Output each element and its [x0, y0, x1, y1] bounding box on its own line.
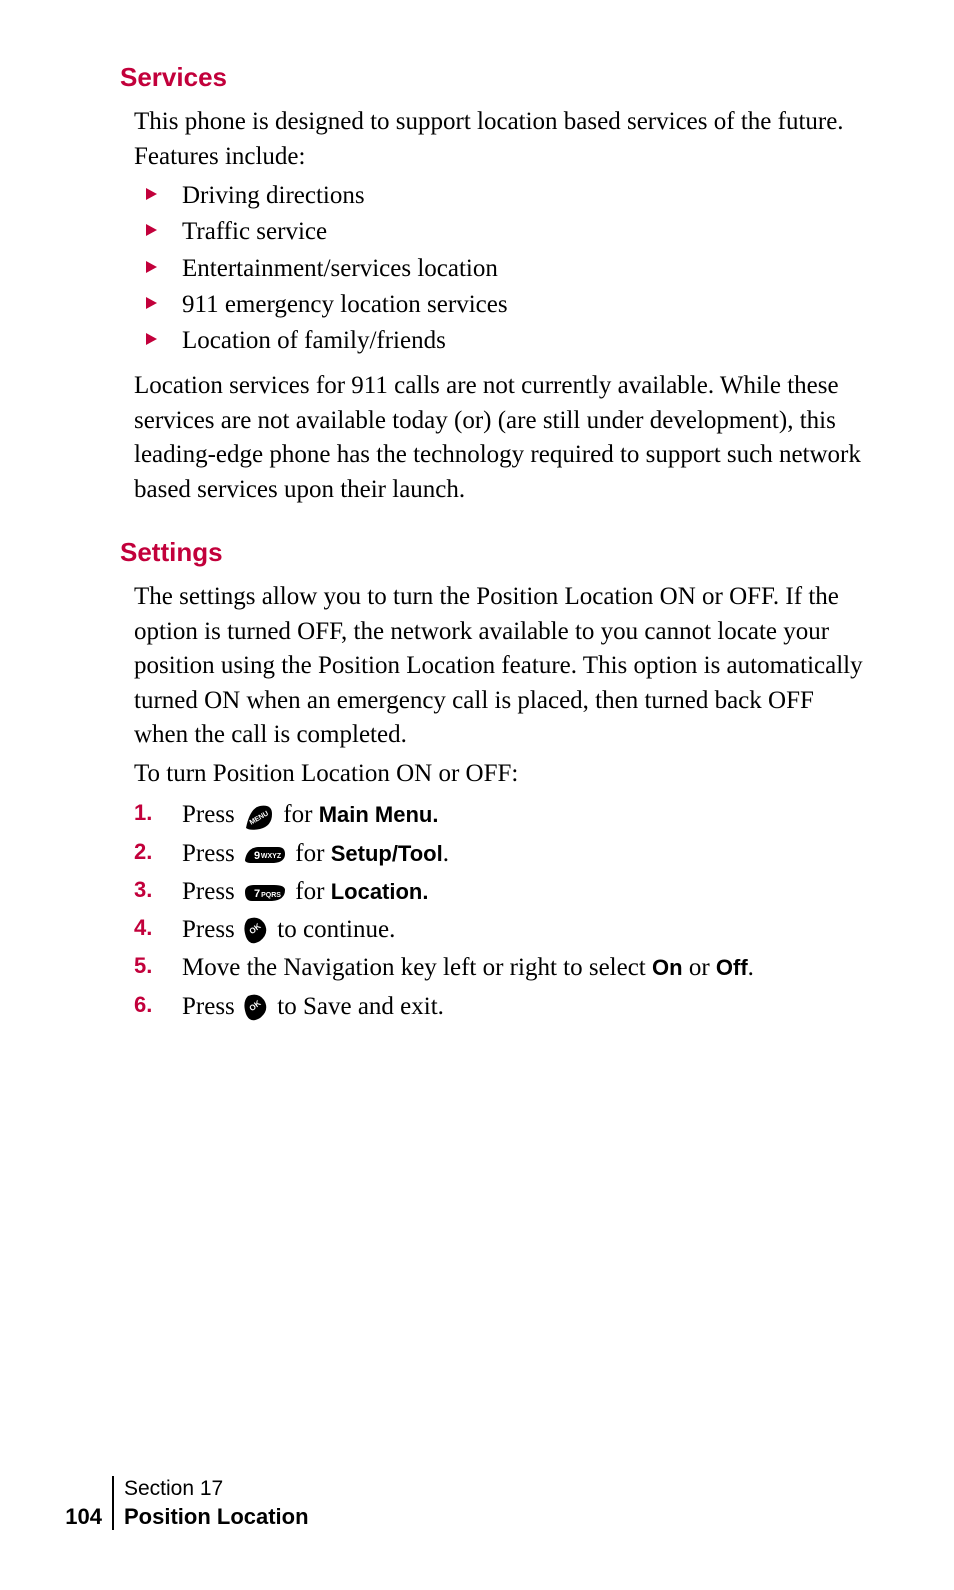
seven-key-icon: 7PQRS	[244, 883, 286, 903]
settings-intro: The settings allow you to turn the Posit…	[134, 580, 864, 753]
period: .	[443, 840, 449, 867]
footer-block: Section 17 Position Location	[112, 1476, 309, 1530]
main-menu-label: Main Menu.	[319, 802, 439, 827]
on-label: On	[652, 955, 683, 980]
services-intro: This phone is designed to support locati…	[134, 105, 864, 174]
nine-key-icon: 9WXYZ	[244, 845, 286, 865]
period: .	[748, 954, 754, 981]
setup-tool-label: Setup/Tool	[331, 841, 443, 866]
step-text: Press	[182, 801, 235, 828]
svg-text:7: 7	[254, 888, 260, 900]
services-section: Services This phone is designed to suppo…	[120, 62, 864, 507]
settings-heading: Settings	[120, 537, 864, 568]
off-label: Off	[716, 955, 748, 980]
bullet-item: Driving directions	[134, 178, 864, 214]
services-bullets: Driving directions Traffic service Enter…	[134, 178, 864, 359]
step-3: Press 7PQRS for Location.	[134, 874, 864, 910]
step-text: to Save and exit.	[277, 993, 444, 1020]
step-text: Press	[182, 993, 235, 1020]
step-text: Move the Navigation key left or right to…	[182, 954, 646, 981]
step-2: Press 9WXYZ for Setup/Tool.	[134, 836, 864, 872]
step-6: Press OK to Save and exit.	[134, 989, 864, 1025]
step-text: for	[295, 840, 324, 867]
location-label: Location.	[331, 879, 429, 904]
step-text: Press	[182, 878, 235, 905]
bullet-item: 911 emergency location services	[134, 287, 864, 323]
step-1: Press MENU for Main Menu.	[134, 797, 864, 833]
services-outro: Location services for 911 calls are not …	[134, 369, 864, 507]
services-heading: Services	[120, 62, 864, 93]
svg-text:WXYZ: WXYZ	[261, 853, 282, 860]
or-text: or	[689, 954, 710, 981]
step-text: for	[295, 878, 324, 905]
step-4: Press OK to continue.	[134, 912, 864, 948]
ok-key-icon: OK	[244, 917, 268, 945]
ok-key-icon: OK	[244, 994, 268, 1022]
svg-text:9: 9	[254, 850, 260, 862]
settings-steps: Press MENU for Main Menu. Press 9WXYZ fo…	[134, 797, 864, 1025]
menu-key-icon: MENU	[244, 804, 274, 830]
page-footer: 104 Section 17 Position Location	[0, 1476, 309, 1530]
step-text: for	[283, 801, 312, 828]
step-text: to continue.	[277, 916, 395, 943]
footer-title: Position Location	[124, 1503, 309, 1531]
footer-section-label: Section 17	[124, 1476, 309, 1502]
settings-lead-in: To turn Position Location ON or OFF:	[134, 757, 864, 792]
bullet-item: Entertainment/services location	[134, 251, 864, 287]
manual-page: Services This phone is designed to suppo…	[0, 0, 954, 1590]
step-text: Press	[182, 916, 235, 943]
step-text: Press	[182, 840, 235, 867]
settings-section: Settings The settings allow you to turn …	[120, 537, 864, 1025]
svg-text:PQRS: PQRS	[261, 892, 281, 899]
page-number: 104	[0, 1504, 112, 1530]
bullet-item: Location of family/friends	[134, 323, 864, 359]
bullet-item: Traffic service	[134, 214, 864, 250]
step-5: Move the Navigation key left or right to…	[134, 950, 864, 986]
